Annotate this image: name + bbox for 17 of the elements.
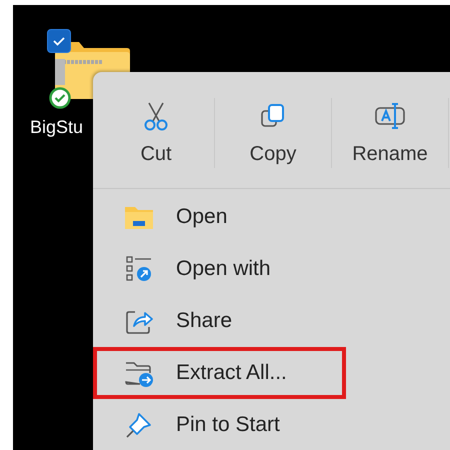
scissors-icon <box>142 100 170 130</box>
toolbar-button[interactable]: Copy <box>215 98 332 168</box>
rename-icon <box>374 102 406 130</box>
menu-item[interactable]: Open <box>93 191 346 243</box>
sync-status-check-icon <box>49 87 71 109</box>
menu-item[interactable]: Pin to Start <box>93 399 346 450</box>
selection-checkbox[interactable] <box>47 29 71 53</box>
copy-icon <box>260 102 286 128</box>
folder-icon <box>124 204 154 230</box>
open-with-icon <box>125 255 153 283</box>
menu-item[interactable]: Open with <box>93 243 346 295</box>
menu-item[interactable]: Extract All... <box>93 347 346 399</box>
menu-item[interactable]: Share <box>93 295 346 347</box>
toolbar-button[interactable]: Cut <box>98 98 215 168</box>
desktop-icon-label: BigStu <box>30 117 84 138</box>
toolbar-button[interactable]: Rename <box>332 98 449 168</box>
pin-icon <box>125 411 153 439</box>
